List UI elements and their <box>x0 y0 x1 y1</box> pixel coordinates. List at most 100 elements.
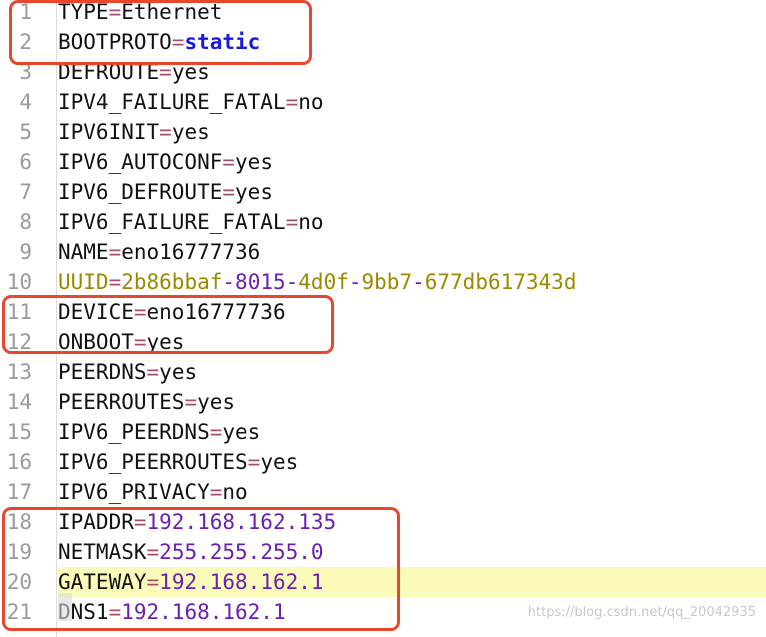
text-cursor <box>58 593 72 621</box>
watermark: https://blog.csdn.net/qq_20042935 <box>527 605 756 620</box>
code-editor[interactable]: 1 TYPE=Ethernet 2 BOOTPROTO=static 3 DEFROUTE… <box>0 0 766 637</box>
line-content: IPADDR=192.168.162.135 <box>58 507 766 537</box>
code-line[interactable]: 1 TYPE=Ethernet <box>0 0 766 27</box>
code-line[interactable]: 2 BOOTPROTO=static <box>0 27 766 57</box>
config-key: IPV6_PEERROUTES <box>58 450 248 474</box>
line-number: 4 <box>19 90 32 114</box>
line-content: IPV6_FAILURE_FATAL=no <box>58 207 766 237</box>
config-value: no <box>298 90 324 114</box>
line-number: 1 <box>19 0 32 24</box>
config-value: yes <box>159 360 198 384</box>
uuid-segment: 677db617343d <box>424 270 577 294</box>
config-key: ONBOOT <box>58 330 134 354</box>
code-line[interactable]: 14 PEERROUTES=yes <box>0 387 766 417</box>
line-content: NAME=eno16777736 <box>58 237 766 267</box>
line-number: 8 <box>19 210 32 234</box>
uuid-segment: 8015 <box>235 270 286 294</box>
equals-sign: = <box>285 210 299 234</box>
config-key: IPV4_FAILURE_FATAL <box>58 90 286 114</box>
config-key: PEERROUTES <box>58 390 185 414</box>
line-number: 2 <box>19 30 32 54</box>
config-value: yes <box>171 120 210 144</box>
line-number: 14 <box>6 390 32 414</box>
line-content: PEERROUTES=yes <box>58 387 766 417</box>
line-content: PEERDNS=yes <box>58 357 766 387</box>
code-line[interactable]: 13 PEERDNS=yes <box>0 357 766 387</box>
config-value: Ethernet <box>121 0 223 24</box>
code-line[interactable]: 7 IPV6_DEFROUTE=yes <box>0 177 766 207</box>
line-number: 16 <box>6 450 32 474</box>
code-line[interactable]: 15 IPV6_PEERDNS=yes <box>0 417 766 447</box>
code-line[interactable]: 6 IPV6_AUTOCONF=yes <box>0 147 766 177</box>
config-key: UUID <box>58 270 109 294</box>
code-line[interactable]: 9 NAME=eno16777736 <box>0 237 766 267</box>
code-line[interactable]: 17 IPV6_PRIVACY=no <box>0 477 766 507</box>
line-content: IPV6_PEERDNS=yes <box>58 417 766 447</box>
line-content: DEFROUTE=yes <box>58 57 766 87</box>
code-line[interactable]: 12 ONBOOT=yes <box>0 327 766 357</box>
line-content: DEVICE=eno16777736 <box>58 297 766 327</box>
line-number: 13 <box>6 360 32 384</box>
config-key: IPV6INIT <box>58 120 160 144</box>
config-key: IPV6_PEERDNS <box>58 420 210 444</box>
line-number: 19 <box>6 540 32 564</box>
code-line[interactable]: 16 IPV6_PEERROUTES=yes <box>0 447 766 477</box>
code-line[interactable]: 18 IPADDR=192.168.162.135 <box>0 507 766 537</box>
line-content: IPV6_AUTOCONF=yes <box>58 147 766 177</box>
config-value: 192.168.162.1 <box>159 570 324 594</box>
equals-sign: = <box>159 120 172 144</box>
line-number: 18 <box>6 510 32 534</box>
config-value: static <box>184 30 261 54</box>
config-value: 192.168.162.1 <box>121 600 286 624</box>
code-line[interactable]: 3 DEFROUTE=yes <box>0 57 766 87</box>
uuid-separator: - <box>285 270 299 294</box>
equals-sign: = <box>108 240 122 264</box>
equals-sign: = <box>209 420 223 444</box>
line-number: 21 <box>6 600 32 624</box>
line-content: IPV6_PEERROUTES=yes <box>58 447 766 477</box>
code-line[interactable]: 20 GATEWAY=192.168.162.1 <box>0 567 766 597</box>
equals-sign: = <box>222 150 236 174</box>
line-content: UUID=2b86bbaf-8015-4d0f-9bb7-677db617343… <box>58 267 766 297</box>
uuid-separator: - <box>412 270 425 294</box>
equals-sign: = <box>133 330 147 354</box>
config-value: no <box>222 480 248 504</box>
equals-sign: = <box>133 510 147 534</box>
config-key: NAME <box>58 240 109 264</box>
line-number: 9 <box>19 240 32 264</box>
equals-sign: = <box>146 570 160 594</box>
equals-sign: = <box>209 480 223 504</box>
code-line[interactable]: 10 UUID=2b86bbaf-8015-4d0f-9bb7-677db6173… <box>0 267 766 297</box>
config-value: eno16777736 <box>146 300 286 324</box>
config-key: PEERDNS <box>58 360 147 384</box>
config-key: DEVICE <box>58 300 134 324</box>
line-content: IPV6INIT=yes <box>58 117 766 147</box>
config-key: DEFROUTE <box>58 60 160 84</box>
uuid-segment: 2b86bbaf <box>121 270 223 294</box>
line-content: IPV6_PRIVACY=no <box>58 477 766 507</box>
code-line[interactable]: 4 IPV4_FAILURE_FATAL=no <box>0 87 766 117</box>
line-number: 17 <box>6 480 32 504</box>
config-value: 255.255.255.0 <box>159 540 324 564</box>
config-key: TYPE <box>58 0 109 24</box>
equals-sign: = <box>159 60 172 84</box>
line-content: TYPE=Ethernet <box>58 0 766 27</box>
code-line[interactable]: 19 NETMASK=255.255.255.0 <box>0 537 766 567</box>
line-number: 6 <box>19 150 32 174</box>
line-number: 7 <box>19 180 32 204</box>
equals-sign: = <box>171 30 185 54</box>
uuid-separator: - <box>222 270 236 294</box>
config-value: yes <box>235 150 273 174</box>
config-value: yes <box>197 390 236 414</box>
config-key: IPV6_FAILURE_FATAL <box>58 210 286 234</box>
code-line[interactable]: 8 IPV6_FAILURE_FATAL=no <box>0 207 766 237</box>
code-line[interactable]: 5 IPV6INIT=yes <box>0 117 766 147</box>
config-value: yes <box>222 420 261 444</box>
uuid-segment: 4d0f <box>298 270 349 294</box>
equals-sign: = <box>247 450 261 474</box>
config-key: IPADDR <box>58 510 134 534</box>
line-number: 15 <box>6 420 32 444</box>
code-line[interactable]: 11 DEVICE=eno16777736 <box>0 297 766 327</box>
equals-sign: = <box>108 600 122 624</box>
line-content: IPV4_FAILURE_FATAL=no <box>58 87 766 117</box>
